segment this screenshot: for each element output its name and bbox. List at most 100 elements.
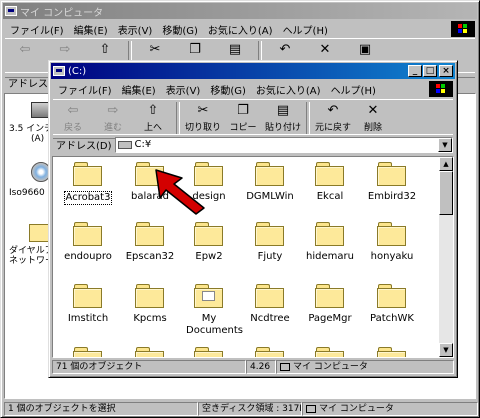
folder-icon	[315, 284, 345, 308]
up-folder-icon: ⇧	[147, 103, 159, 118]
scissors-icon: ✂	[149, 42, 161, 57]
scroll-up-button[interactable]: ▲	[439, 157, 453, 171]
copy-button[interactable]: ❐ コピー	[223, 102, 263, 138]
menu-view[interactable]: 表示(V)	[161, 82, 206, 97]
folder-label: Imstitch	[67, 313, 109, 324]
red-arrow-pointer	[155, 169, 205, 215]
menu-view[interactable]: 表示(V)	[113, 22, 158, 37]
drive-c-window: (C:) _ □ × ファイル(F) 編集(E) 表示(V) 移動(G) お気に…	[48, 60, 458, 378]
folder-label: Ekcal	[316, 191, 344, 202]
maximize-button[interactable]: □	[423, 65, 437, 77]
toolbar: ⇦ 戻る ⇨ 進む ⇧ 上へ ✂ 切り取り ❐ コピー ▤ 貼り付け ↶ 元に戻…	[53, 99, 453, 139]
folder-item[interactable]: Embird32	[357, 162, 427, 203]
toolbar-separator	[306, 102, 310, 134]
folder-icon	[194, 222, 224, 246]
computer-icon	[306, 405, 316, 413]
menu-edit[interactable]: 編集(E)	[69, 22, 113, 37]
cut-button[interactable]: ✂ 切り取り	[183, 102, 223, 138]
folder-view: Acrobat3 balarad design DGMLWin Ekcal Em…	[52, 156, 454, 358]
folder-icon	[255, 222, 285, 246]
arrow-right-icon: ⇨	[107, 103, 119, 118]
close-button[interactable]: ×	[439, 65, 453, 77]
menu-go[interactable]: 移動(G)	[157, 22, 203, 37]
minimize-button[interactable]: _	[408, 65, 422, 77]
folder-item[interactable]	[295, 347, 365, 357]
folder-label: PageMgr	[308, 313, 352, 324]
folder-icon	[377, 162, 407, 186]
folder-icon	[194, 347, 224, 357]
windows-logo-icon	[451, 21, 475, 37]
menu-go[interactable]: 移動(G)	[205, 82, 251, 97]
forward-button[interactable]: ⇨ 進む	[93, 102, 133, 138]
folder-icon	[73, 284, 103, 308]
folder-icon	[377, 347, 407, 357]
folder-item[interactable]: hidemaru	[295, 222, 365, 263]
status-free-space: 空きディスク領域 : 317M	[198, 402, 302, 416]
copy-label: コピー	[229, 123, 257, 133]
menu-help[interactable]: ヘルプ(H)	[278, 22, 333, 37]
folder-item[interactable]: Ekcal	[295, 162, 365, 203]
menu-favorites[interactable]: お気に入り(A)	[203, 22, 278, 37]
back-label: 戻る	[63, 123, 82, 133]
paste-icon: ▤	[228, 42, 242, 57]
delete-button[interactable]: ✕ 削除	[353, 102, 393, 138]
folder-item[interactable]: honyaku	[357, 222, 427, 263]
windows-logo-icon	[429, 81, 453, 97]
folder-icon	[315, 347, 345, 357]
status-location-text: マイ コンピュータ	[293, 362, 368, 372]
paste-label: 貼り付け	[264, 123, 301, 133]
folder-item[interactable]: PatchWK	[357, 284, 427, 325]
folder-item[interactable]: Imstitch	[53, 284, 123, 325]
folder-label: My Documents	[186, 313, 244, 336]
vertical-scrollbar[interactable]: ▲ ▼	[439, 157, 453, 357]
address-dropdown-button[interactable]: ▼	[438, 137, 452, 152]
paste-button[interactable]: ▤ 貼り付け	[263, 102, 303, 138]
address-input[interactable]: C:¥ ▼	[114, 136, 453, 153]
folder-item[interactable]: PageMgr	[295, 284, 365, 325]
folder-icon	[255, 284, 285, 308]
menu-help[interactable]: ヘルプ(H)	[326, 82, 381, 97]
folder-item[interactable]: endoupro	[53, 222, 123, 263]
cut-label: 切り取り	[184, 123, 221, 133]
menu-edit[interactable]: 編集(E)	[117, 82, 161, 97]
my-documents-icon	[194, 284, 224, 308]
my-computer-titlebar[interactable]: マイ コンピュータ	[3, 3, 477, 19]
menu-favorites[interactable]: お気に入り(A)	[251, 82, 326, 97]
delete-label: 削除	[363, 123, 382, 133]
undo-label: 元に戻す	[314, 123, 351, 133]
computer-icon	[280, 363, 290, 371]
drive-c-titlebar[interactable]: (C:) _ □ ×	[51, 63, 455, 79]
scissors-icon: ✂	[197, 103, 209, 118]
address-label: アドレス(D)	[56, 141, 112, 152]
folder-icon	[73, 347, 103, 357]
paste-icon: ▤	[276, 103, 290, 118]
back-button[interactable]: ⇦ 戻る	[53, 102, 93, 138]
folder-item[interactable]: Acrobat3	[53, 162, 123, 205]
up-button[interactable]: ⇧ 上へ	[133, 102, 173, 138]
status-location: マイ コンピュータ	[276, 360, 454, 374]
folder-item[interactable]	[53, 347, 123, 357]
folder-item[interactable]	[174, 347, 244, 357]
scroll-down-button[interactable]: ▼	[439, 343, 453, 357]
drive-icon	[117, 140, 132, 149]
menu-file[interactable]: ファイル(F)	[5, 22, 69, 37]
address-value: C:¥	[134, 139, 152, 150]
folder-label: Embird32	[367, 191, 417, 202]
undo-icon: ↶	[327, 103, 339, 118]
drive-icon	[53, 66, 65, 76]
folder-icon	[377, 222, 407, 246]
folder-item[interactable]	[357, 347, 427, 357]
undo-button[interactable]: ↶ 元に戻す	[313, 102, 353, 138]
forward-label: 進む	[103, 123, 122, 133]
status-location-text: マイ コンピュータ	[319, 404, 394, 414]
folder-icon	[73, 222, 103, 246]
copy-icon: ❐	[237, 103, 249, 118]
status-size: 4.26	[246, 360, 276, 374]
my-documents-folder[interactable]: My Documents	[174, 284, 244, 337]
scroll-thumb[interactable]	[439, 171, 453, 215]
address-bar: アドレス(D) C:¥ ▼	[53, 134, 453, 154]
folder-icon	[135, 347, 165, 357]
menu-file[interactable]: ファイル(F)	[53, 82, 117, 97]
delete-icon: ✕	[319, 42, 331, 57]
folder-item[interactable]: Epw2	[174, 222, 244, 263]
